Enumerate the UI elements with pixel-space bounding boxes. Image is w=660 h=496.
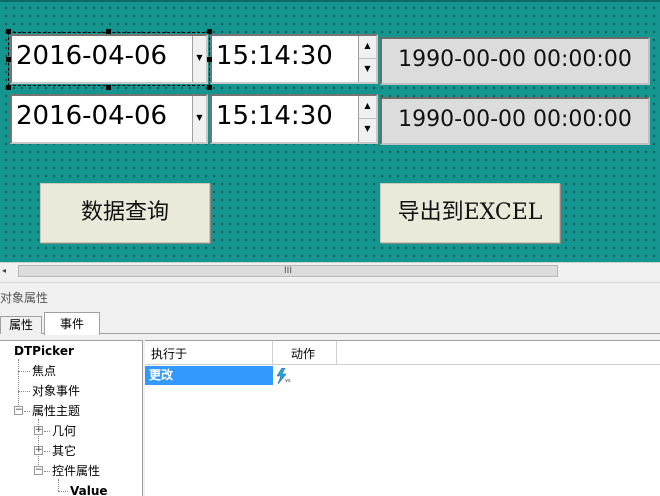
tree-connector [44,431,50,432]
tab-events[interactable]: 事件 [44,312,100,335]
datetime-display-2-text: 1990-00-00 00:00:00 [398,107,632,132]
table-row[interactable]: 更改 [145,366,273,385]
tree-connector [18,359,19,411]
column-header-label: 执行于 [151,347,188,361]
scroll-left-arrow-icon[interactable]: ◂ [2,264,6,278]
resize-handle-mr[interactable] [207,57,212,62]
column-header-label: 动作 [291,347,316,361]
properties-tabs: 属性 事件 [0,312,660,335]
events-grid[interactable]: 执行于 动作 更改 vs [145,340,660,496]
tree-item-property-theme[interactable]: 属性主题 [32,401,80,421]
tree-item-label: 几何 [52,424,77,438]
tree-item-geometry[interactable]: 几何 [52,421,76,441]
tree-item-label: 其它 [52,444,77,458]
date-picker-2[interactable]: 2016-04-06 ▼ [10,94,208,144]
tree-item-label: 对象事件 [32,384,81,398]
event-tree[interactable]: DTPicker 焦点 对象事件 − 属性主题 + 几何 + 其它 − 控件属性… [0,340,143,496]
date-picker-1[interactable]: 2016-04-06 ▼ [10,34,208,84]
time-picker-2-spinner[interactable]: ▲ ▼ [358,96,376,142]
grid-header: 执行于 动作 [145,341,660,365]
column-header-action[interactable]: 动作 [273,341,337,365]
datetime-display-2: 1990-00-00 00:00:00 [380,97,650,145]
svg-text:vs: vs [285,378,291,384]
date-picker-1-value: 2016-04-06 [16,41,168,71]
spin-down-icon[interactable]: ▼ [359,119,376,142]
spin-down-icon[interactable]: ▼ [359,59,376,82]
tree-item-label: 控件属性 [52,464,101,478]
tree-item-value[interactable]: Value [70,481,108,496]
resize-handle-tl[interactable] [6,29,11,34]
design-canvas[interactable]: 2016-04-06 ▼ 15:14:30 ▲ ▼ 1990-00-00 00:… [0,0,660,262]
tree-root[interactable]: DTPicker [14,341,74,361]
tab-properties[interactable]: 属性 [0,316,42,334]
tree-item-label: Value [70,484,108,496]
resize-handle-tr[interactable] [207,29,212,34]
scrollbar-thumb[interactable]: III [18,265,558,277]
date-picker-2-value: 2016-04-06 [16,101,168,131]
tree-item-label: 属性主题 [32,404,81,418]
spin-up-icon[interactable]: ▲ [359,36,376,59]
resize-handle-ml[interactable] [6,57,11,62]
canvas-horizontal-scrollbar[interactable]: ◂ III [0,262,660,279]
properties-panel-title: 对象属性 [0,282,660,310]
export-excel-button[interactable]: 导出到EXCEL [380,183,560,243]
spin-up-icon[interactable]: ▲ [359,96,376,119]
time-picker-2-value: 15:14:30 [216,101,333,131]
time-picker-2[interactable]: 15:14:30 ▲ ▼ [210,94,378,144]
tree-root-label: DTPicker [14,344,74,358]
query-button-label: 数据查询 [80,200,169,225]
time-picker-1-spinner[interactable]: ▲ ▼ [358,36,376,82]
tree-item-control-properties[interactable]: 控件属性 [52,461,100,481]
tree-connector [44,451,50,452]
resize-handle-br[interactable] [207,85,212,90]
time-picker-1[interactable]: 15:14:30 ▲ ▼ [210,34,378,84]
column-header-execute-on[interactable]: 执行于 [145,341,273,365]
panel-title-text: 对象属性 [0,291,49,305]
collapse-icon[interactable]: − [34,466,43,475]
tab-events-label: 事件 [59,317,84,331]
tree-item-other[interactable]: 其它 [52,441,76,461]
export-excel-button-label: 导出到EXCEL [397,200,543,225]
resize-handle-bl[interactable] [6,85,11,90]
tab-properties-label: 属性 [8,318,33,332]
event-name-cell: 更改 [149,368,174,382]
resize-handle-bm[interactable] [106,85,111,90]
tree-connector [18,371,30,372]
expand-icon[interactable]: + [34,426,43,435]
tree-item-label: 焦点 [32,364,57,378]
date-picker-1-dropdown-button[interactable]: ▼ [192,36,206,82]
datetime-display-1: 1990-00-00 00:00:00 [380,37,650,85]
resize-handle-tm[interactable] [106,29,111,34]
tree-connector [18,391,30,392]
scrollbar-grip: III [284,266,292,276]
tree-item-object-events[interactable]: 对象事件 [32,381,80,401]
tree-connector [44,471,50,472]
vbscript-lightning-icon[interactable]: vs [275,368,293,384]
date-picker-2-dropdown-button[interactable]: ▼ [192,96,206,142]
collapse-icon[interactable]: − [14,406,23,415]
tree-connector [58,491,68,492]
tree-item-focus[interactable]: 焦点 [32,361,56,381]
query-button[interactable]: 数据查询 [40,183,210,243]
datetime-display-1-text: 1990-00-00 00:00:00 [398,47,632,72]
expand-icon[interactable]: + [34,446,43,455]
tree-connector [24,411,30,412]
time-picker-1-value: 15:14:30 [216,41,333,71]
